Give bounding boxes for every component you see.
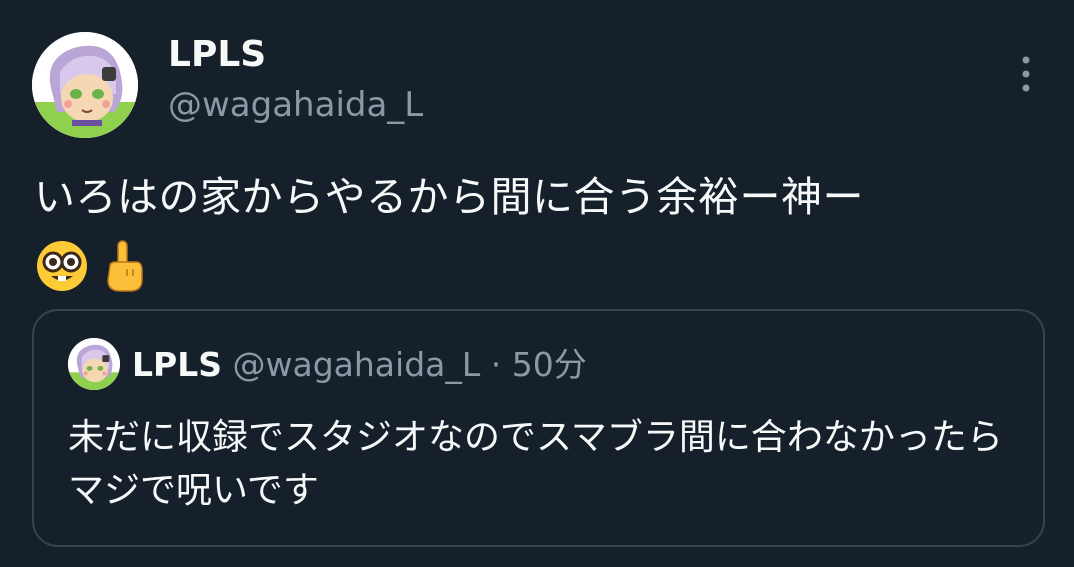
quoted-author-handle: @wagahaida_L bbox=[232, 345, 481, 384]
tweet-card: LPLS @wagahaida_L いろはの家からやるから間に合う余裕ー神ー L… bbox=[0, 0, 1074, 567]
quoted-author-name: LPLS bbox=[132, 345, 223, 384]
more-options-button[interactable] bbox=[1008, 52, 1044, 96]
author-handle[interactable]: @wagahaida_L bbox=[168, 84, 423, 126]
author-display-name[interactable]: LPLS bbox=[168, 33, 266, 77]
quoted-tweet-time[interactable]: 50分 bbox=[512, 345, 587, 384]
nerd-face-emoji-icon bbox=[37, 241, 87, 291]
avatar-image-icon bbox=[68, 338, 120, 390]
author-avatar[interactable] bbox=[32, 32, 138, 138]
tweet-emojis bbox=[34, 238, 146, 294]
tweet-body-text: いろはの家からやるから間に合う余裕ー神ー bbox=[34, 173, 864, 221]
avatar-image-icon bbox=[32, 32, 138, 138]
header-separator: · bbox=[490, 345, 502, 384]
index-pointing-up-emoji-icon bbox=[107, 240, 143, 292]
quoted-tweet[interactable]: LPLS @wagahaida_L · 50分 未だに収録でスタジオなのでスマブ… bbox=[32, 309, 1045, 547]
quoted-tweet-header: LPLS @wagahaida_L · 50分 bbox=[132, 344, 587, 386]
more-options-icon bbox=[1022, 56, 1030, 92]
quoted-tweet-text: 未だに収録でスタジオなのでスマブラ間に合わなかったらマジで呪いです bbox=[68, 417, 1003, 511]
quoted-author-avatar[interactable] bbox=[68, 338, 120, 390]
